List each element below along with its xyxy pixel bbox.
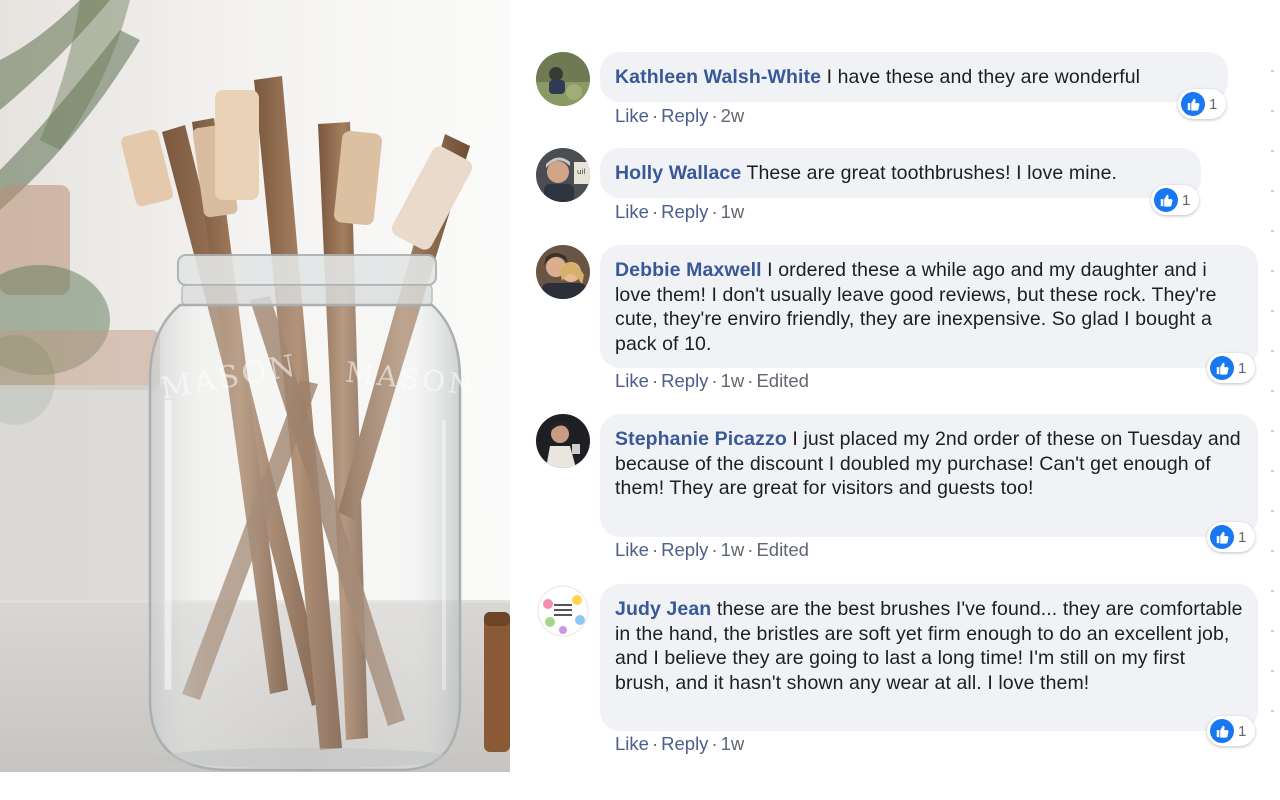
reaction-number: 1 [1238, 722, 1247, 740]
like-link[interactable]: Like [615, 733, 649, 754]
avatar[interactable] [536, 52, 590, 106]
like-link[interactable]: Like [615, 201, 649, 222]
thumbs-up-icon [1210, 719, 1234, 743]
reply-link[interactable]: Reply [661, 539, 708, 560]
thumbs-up-icon [1210, 525, 1234, 549]
avatar[interactable] [536, 245, 590, 299]
thumbs-up-icon [1181, 92, 1205, 116]
like-link[interactable]: Like [615, 370, 649, 391]
reply-link[interactable]: Reply [661, 733, 708, 754]
like-link[interactable]: Like [615, 105, 649, 126]
reaction-count[interactable]: 1 [1178, 89, 1227, 119]
edited-label: Edited [756, 539, 809, 560]
thumbs-up-icon [1210, 356, 1234, 380]
comment-time[interactable]: 1w [721, 539, 745, 560]
reaction-number: 1 [1209, 95, 1218, 113]
page-edge-marks [1266, 0, 1280, 800]
avatar[interactable] [536, 414, 590, 468]
reaction-count[interactable]: 1 [1207, 353, 1256, 383]
comment-time[interactable]: 1w [721, 370, 745, 391]
comment-bubble: Stephanie Picazzo I just placed my 2nd o… [600, 414, 1258, 537]
comment-author[interactable]: Judy Jean [615, 598, 711, 620]
comment-text: I have these and they are wonderful [826, 66, 1141, 88]
comment-bubble: Judy Jean these are the best brushes I'v… [600, 584, 1258, 731]
comment-actions: Like · Reply · 1w [615, 733, 745, 754]
edited-label: Edited [756, 370, 809, 391]
comment-actions: Like · Reply · 2w [615, 105, 745, 126]
reply-link[interactable]: Reply [661, 201, 708, 222]
svg-text:uil: uil [577, 168, 585, 176]
reaction-count[interactable]: 1 [1207, 522, 1256, 552]
comments-list: Kathleen Walsh-White I have these and th… [536, 0, 1266, 800]
comment-actions: Like · Reply · 1w [615, 201, 745, 222]
comment-text: These are great toothbrushes! I love min… [746, 162, 1118, 184]
comment-time[interactable]: 1w [721, 201, 745, 222]
comment-actions: Like · Reply · 1w · Edited [615, 539, 809, 560]
avatar[interactable]: uil [536, 148, 590, 202]
reaction-number: 1 [1182, 191, 1191, 209]
comment-time[interactable]: 2w [721, 105, 745, 126]
comment-author[interactable]: Holly Wallace [615, 162, 741, 184]
reaction-number: 1 [1238, 359, 1247, 377]
comment-author[interactable]: Kathleen Walsh-White [615, 66, 821, 88]
comment-author[interactable]: Stephanie Picazzo [615, 428, 787, 450]
thumbs-up-icon [1154, 188, 1178, 212]
reaction-count[interactable]: 1 [1207, 716, 1256, 746]
comment-actions: Like · Reply · 1w · Edited [615, 370, 809, 391]
comment-bubble: Debbie Maxwell I ordered these a while a… [600, 245, 1258, 368]
reaction-number: 1 [1238, 528, 1247, 546]
reply-link[interactable]: Reply [661, 370, 708, 391]
reply-link[interactable]: Reply [661, 105, 708, 126]
comment-author[interactable]: Debbie Maxwell [615, 259, 762, 281]
product-photo: MASON MASON [0, 0, 510, 772]
comment-time[interactable]: 1w [721, 733, 745, 754]
comment-bubble: Kathleen Walsh-White I have these and th… [600, 52, 1228, 102]
reaction-count[interactable]: 1 [1151, 185, 1200, 215]
comment-bubble: Holly Wallace These are great toothbrush… [600, 148, 1201, 198]
like-link[interactable]: Like [615, 539, 649, 560]
avatar[interactable] [536, 584, 590, 638]
